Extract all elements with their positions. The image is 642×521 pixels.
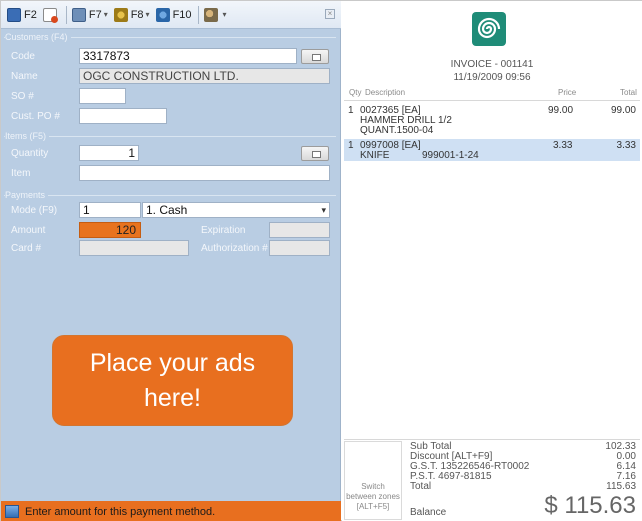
quantity-label: Quantity [11,148,49,159]
toolbar-separator [65,5,67,24]
authorization-label: Authorization # [201,243,268,254]
total-column-header: Total [620,88,637,97]
payments-section-title: Payments [5,190,49,200]
totals-panel: Switch between zones [ALT+F5] Sub Total … [344,441,640,521]
disc-button[interactable]: F10 [155,5,192,25]
status-bar: Enter amount for this payment method. [1,501,341,521]
save-icon [7,7,21,22]
customer-code-input[interactable]: 3317873 [79,48,297,64]
invoice-number: INVOICE - 001141 [450,59,534,70]
qty-column-header: Qty [349,88,362,97]
company-logo [472,12,506,46]
balance-value: $ 115.63 [544,492,636,519]
invoice-column-headers: Qty Description Price Total [342,88,642,100]
invoice-line-selected[interactable]: 1 0997008 [EA] KNIFE 999001-1-24 3.33 3.… [344,139,640,161]
ad-line-2: here! [144,383,201,412]
print-button-label: F7 [88,8,102,21]
disc-icon [155,7,170,22]
chevron-down-icon[interactable]: ▾ [146,10,150,19]
payment-mode-code-input[interactable]: 1 [79,202,141,218]
save-button-label: F2 [24,8,37,21]
amount-input[interactable]: 120 [79,222,141,238]
expiration-label: Expiration [201,225,246,236]
line-price: 99.00 [548,105,574,116]
status-message: Enter amount for this payment method. [25,505,216,518]
items-section-line [4,136,336,137]
price-column-header: Price [558,88,577,97]
card-number-label: Card # [11,243,42,254]
payment-mode-select[interactable]: 1. Cash ▾ [142,202,330,218]
total-label: Total [410,481,432,492]
line-total: 99.00 [610,105,636,116]
chevron-down-icon[interactable]: ▾ [104,10,108,19]
disc-button-label: F10 [172,8,192,21]
pos-window: F2 F7 ▾ F8 ▾ F10 ▾ × Customers (F4) Code… [0,0,642,521]
balance-label: Balance [410,507,447,518]
options-button-label: F8 [130,8,144,21]
chevron-down-icon[interactable]: ▾ [321,203,326,217]
toolbar: F2 F7 ▾ F8 ▾ F10 ▾ × [1,1,341,29]
total-value: 115.63 [606,481,636,492]
amount-label: Amount [11,225,46,236]
invoice-line[interactable]: 1 0027365 [EA] HAMMER DRILL 1/2 QUANT.15… [344,104,640,140]
code-label: Code [11,51,35,62]
quantity-input[interactable]: 1 [79,145,139,161]
info-icon [5,505,19,518]
line-total: 3.33 [616,140,636,151]
item-label: Item [11,168,31,179]
line-price: 3.33 [553,140,573,151]
options-button[interactable]: F8 ▾ [113,5,150,25]
name-label: Name [11,71,38,82]
gear-icon [113,7,128,22]
payment-mode-value: 1. Cash [146,203,188,217]
printer-icon [71,7,86,22]
print-button[interactable]: F7 ▾ [71,5,108,25]
line-qty: 1 [348,105,354,116]
toolbar-separator [197,5,199,24]
description-column-header: Description [365,88,406,97]
customer-name-field: OGC CONSTRUCTION LTD. [79,68,330,84]
cancel-document-icon [42,7,58,23]
line-desc-3: 999001-1-24 [422,150,479,161]
chevron-down-icon[interactable]: ▾ [223,10,227,19]
entry-panel: F2 F7 ▾ F8 ▾ F10 ▾ × Customers (F4) Code… [1,1,341,521]
ad-line-1: Place your ads [89,348,256,377]
items-section-title: Items (F5) [5,131,50,141]
item-lookup-button[interactable] [301,146,329,161]
invoice-datetime: 11/19/2009 09:56 [453,72,531,83]
users-icon [203,7,218,22]
customer-lookup-button[interactable] [301,49,329,64]
ad-banner[interactable]: Place your ads here! [52,335,293,426]
mode-label: Mode (F9) [11,205,58,216]
payments-section-line [4,195,336,196]
so-number-input[interactable] [79,88,126,104]
invoice-lines: 1 0027365 [EA] HAMMER DRILL 1/2 QUANT.15… [344,100,640,440]
item-input[interactable] [79,165,330,181]
save-button[interactable]: F2 [7,5,37,25]
users-button[interactable]: ▾ [203,5,227,25]
authorization-input[interactable] [269,240,330,256]
card-number-input[interactable] [79,240,189,256]
line-desc-2: KNIFE [360,150,390,161]
line-desc-3: QUANT.1500-04 [360,125,434,136]
close-icon[interactable]: × [325,9,335,19]
customers-section-title: Customers (F4) [5,32,71,42]
invoice-panel: INVOICE - 001141 11/19/2009 09:56 Qty De… [342,1,642,521]
cancel-document-button[interactable] [42,5,60,25]
cust-po-label: Cust. PO # [11,111,60,122]
so-label: SO # [11,91,34,102]
expiration-input[interactable] [269,222,330,238]
line-qty: 1 [348,140,354,151]
switch-zones-button[interactable]: Switch between zones [ALT+F5] [344,441,402,520]
spiral-logo-icon [477,17,501,39]
cust-po-input[interactable] [79,108,167,124]
